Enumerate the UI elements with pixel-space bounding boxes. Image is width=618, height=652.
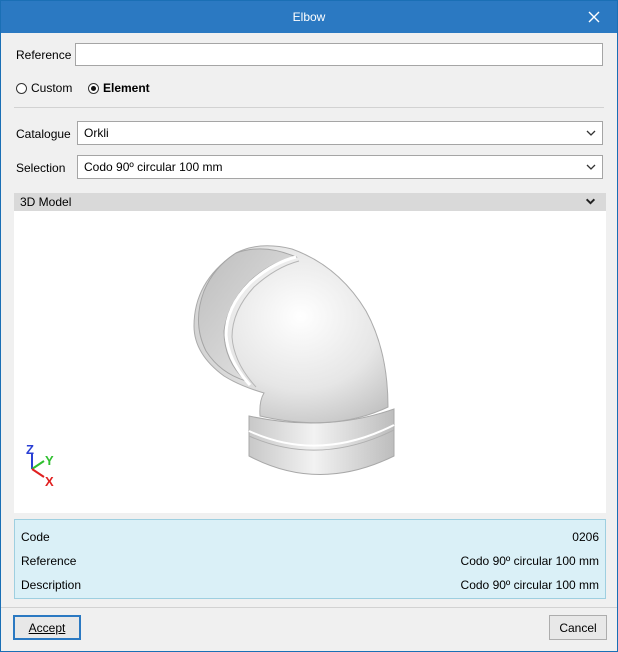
close-icon xyxy=(588,11,600,23)
cancel-button-label: Cancel xyxy=(559,620,597,635)
title-bar: Elbow xyxy=(1,1,617,33)
info-row-reference: Reference Codo 90º circular 100 mm xyxy=(21,551,599,571)
info-key: Code xyxy=(21,530,50,544)
close-button[interactable] xyxy=(571,1,617,33)
info-value: Codo 90º circular 100 mm xyxy=(460,578,599,592)
custom-radio-label: Custom xyxy=(31,81,73,95)
info-key: Reference xyxy=(21,554,77,568)
chevron-down-icon xyxy=(586,130,596,136)
custom-radio-circle xyxy=(16,82,27,94)
catalogue-label: Catalogue xyxy=(16,127,71,141)
axis-gizmo: Z Y X xyxy=(26,442,54,489)
info-key: Description xyxy=(21,578,82,592)
info-row-description: Description Codo 90º circular 100 mm xyxy=(21,575,599,595)
selection-value: Codo 90º circular 100 mm xyxy=(84,160,223,174)
catalogue-select[interactable]: Orkli xyxy=(77,121,603,145)
catalogue-value: Orkli xyxy=(84,126,109,140)
selection-select[interactable]: Codo 90º circular 100 mm xyxy=(77,155,603,179)
window-title: Elbow xyxy=(292,10,326,24)
model-section-header[interactable]: 3D Model xyxy=(14,193,606,211)
reference-input[interactable] xyxy=(75,43,603,66)
footer-separator xyxy=(1,607,617,608)
info-value: Codo 90º circular 100 mm xyxy=(460,554,599,568)
reference-label: Reference xyxy=(16,48,72,62)
info-row-code: Code 0206 xyxy=(21,527,599,547)
chevron-down-icon xyxy=(585,198,596,205)
accept-button-label: Accept xyxy=(28,620,66,635)
axis-x-label: X xyxy=(45,474,54,489)
element-radio-label: Element xyxy=(103,81,150,95)
cancel-button[interactable]: Cancel xyxy=(549,615,607,640)
model-section-title: 3D Model xyxy=(20,195,72,209)
selection-label: Selection xyxy=(16,161,66,175)
accept-button[interactable]: Accept xyxy=(13,615,81,640)
axis-z-label: Z xyxy=(26,442,34,457)
info-panel: Code 0206 Reference Codo 90º circular 10… xyxy=(14,519,606,599)
custom-radio[interactable]: Custom xyxy=(16,81,72,95)
model-viewer[interactable]: Z Y X xyxy=(14,211,606,513)
chevron-down-icon xyxy=(586,164,596,170)
element-radio[interactable]: Element xyxy=(88,81,150,95)
element-radio-circle xyxy=(88,82,99,94)
elbow-model-image: Z Y X xyxy=(26,245,395,489)
axis-y-label: Y xyxy=(45,453,54,468)
separator xyxy=(14,107,604,108)
info-value: 0206 xyxy=(572,530,599,544)
elbow-dialog: Elbow Reference Custom Element Catalogue… xyxy=(0,0,618,652)
